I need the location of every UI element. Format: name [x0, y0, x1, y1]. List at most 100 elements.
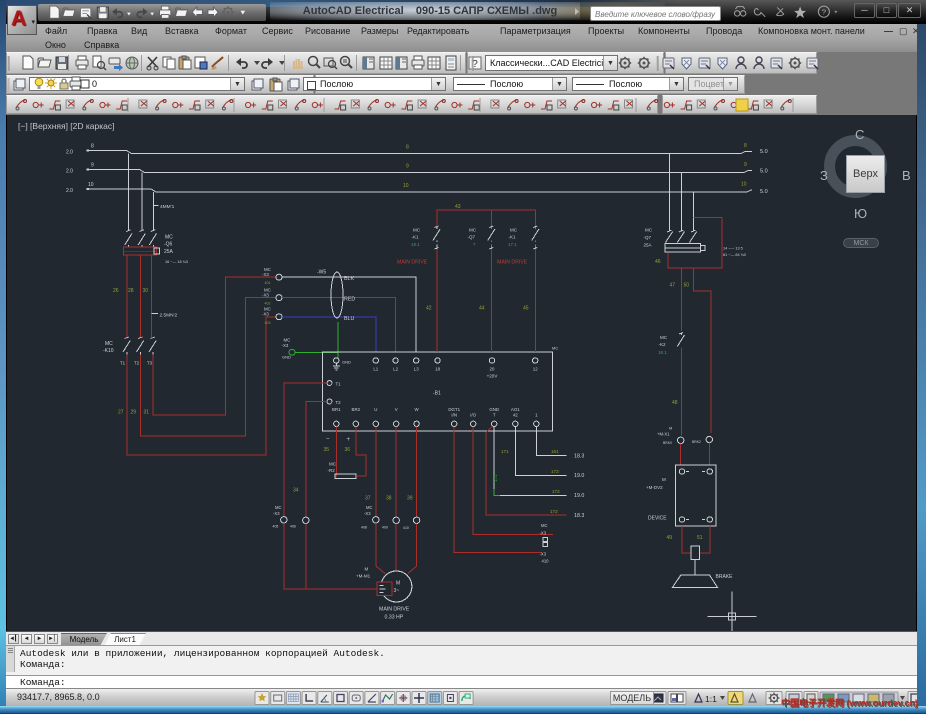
svg-text:8: 8	[406, 145, 409, 151]
svg-text:-W5: -W5	[317, 270, 326, 276]
svg-text:U: U	[374, 407, 377, 412]
svg-text:+M-X1: +M-X1	[657, 432, 670, 437]
svg-text:402: 402	[265, 302, 271, 306]
svg-text:MC: MC	[660, 335, 668, 340]
svg-text:AO1: AO1	[511, 407, 520, 412]
svg-text:-X3: -X3	[262, 312, 269, 317]
svg-text:MC: MC	[413, 228, 421, 233]
svg-text:L2: L2	[393, 367, 398, 372]
svg-text:9: 9	[744, 162, 747, 168]
svg-text:46: 46	[655, 259, 661, 265]
svg-text:-K10: -K10	[103, 348, 114, 354]
svg-text:?: ?	[822, 8, 826, 17]
svg-text:406: 406	[290, 525, 296, 529]
svg-text:MC: MC	[105, 341, 113, 347]
svg-text:47: 47	[670, 283, 676, 289]
svg-text:28: 28	[128, 288, 134, 294]
svg-text:MC: MC	[284, 338, 291, 343]
svg-text:405: 405	[273, 525, 279, 529]
svg-text:30: 30	[143, 288, 149, 294]
svg-text:+M-DV2: +M-DV2	[646, 485, 663, 490]
svg-text:MAIN DRIVE: MAIN DRIVE	[497, 260, 528, 266]
svg-text:-X3: -X3	[273, 511, 280, 516]
svg-text:35: 35	[324, 447, 330, 453]
svg-text:5.0: 5.0	[760, 169, 768, 175]
svg-text:2.0: 2.0	[66, 188, 73, 194]
svg-text:BLU: BLU	[344, 316, 354, 322]
svg-text:BRAKE: BRAKE	[716, 574, 734, 580]
svg-text:27: 27	[118, 410, 124, 416]
svg-text:0.33 HP: 0.33 HP	[385, 615, 404, 621]
svg-text:20: 20	[490, 367, 495, 372]
svg-text:MC: MC	[165, 235, 173, 241]
svg-text:DGT1: DGT1	[448, 407, 460, 412]
svg-text:MC: MC	[329, 462, 337, 467]
svg-text:MC: MC	[469, 228, 477, 233]
svg-text:-X3: -X3	[540, 531, 547, 536]
svg-text:RED: RED	[344, 297, 355, 303]
svg-text:172: 172	[550, 509, 558, 514]
svg-text:48: 48	[672, 400, 678, 406]
svg-text:18.1: 18.1	[411, 242, 420, 247]
svg-text:-Q7: -Q7	[468, 235, 476, 240]
svg-text:18.3: 18.3	[574, 454, 584, 460]
svg-text:MC: MC	[366, 505, 373, 510]
svg-text:26: 26	[113, 288, 119, 294]
svg-text:+20V: +20V	[487, 374, 499, 379]
svg-text:8: 8	[744, 143, 747, 149]
svg-text:BRK0: BRK0	[663, 441, 672, 445]
svg-text:-Q6: -Q6	[164, 242, 173, 248]
svg-text:T1: T1	[336, 381, 342, 386]
svg-text:+: +	[347, 437, 351, 443]
svg-text:45: 45	[523, 306, 529, 312]
svg-text:-K1: -K1	[412, 235, 420, 240]
svg-text:401: 401	[265, 281, 271, 285]
svg-text:8: 8	[91, 144, 94, 150]
svg-text:T2: T2	[336, 400, 342, 405]
svg-text:51: 51	[697, 535, 703, 541]
svg-text:50: 50	[684, 283, 690, 289]
svg-text:410: 410	[403, 526, 409, 530]
svg-text:12: 12	[533, 367, 538, 372]
svg-text:16 ~— 18 ¾3: 16 ~— 18 ¾3	[165, 260, 188, 264]
svg-text:403: 403	[265, 321, 271, 325]
svg-text:-K1: -K1	[509, 235, 517, 240]
svg-text:2.5MN'2: 2.5MN'2	[160, 312, 178, 318]
svg-text:MC: MC	[552, 346, 558, 351]
svg-text:GND: GND	[342, 360, 351, 365]
svg-text:−: −	[326, 437, 330, 443]
svg-text:25A: 25A	[644, 243, 652, 248]
svg-text:18.1: 18.1	[658, 350, 667, 355]
svg-text:4MM'1: 4MM'1	[160, 204, 175, 210]
svg-text:161: 161	[551, 449, 559, 454]
svg-text:-X3: -X3	[262, 293, 269, 298]
svg-text:172: 172	[552, 489, 560, 494]
svg-text:10: 10	[88, 182, 94, 188]
svg-text:18: 18	[435, 367, 440, 372]
svg-text:39: 39	[407, 496, 413, 502]
svg-text:GND: GND	[489, 407, 499, 412]
svg-text:BR2: BR2	[352, 407, 361, 412]
svg-text:19.0: 19.0	[574, 493, 584, 499]
svg-text:34: 34	[293, 488, 299, 494]
svg-text:171: 171	[501, 449, 509, 454]
svg-text:38: 38	[386, 496, 392, 502]
svg-text:-X3: -X3	[540, 552, 547, 557]
svg-text:T: T	[493, 413, 496, 418]
svg-text:MC: MC	[645, 228, 653, 233]
svg-text:T3: T3	[147, 361, 153, 366]
svg-text:14 ~— 13 5: 14 ~— 13 5	[723, 247, 743, 251]
svg-text:M: M	[396, 581, 400, 587]
svg-text:BR1: BR1	[332, 407, 341, 412]
svg-text:173: 173	[551, 469, 559, 474]
svg-text:43: 43	[455, 204, 461, 210]
svg-text:9: 9	[91, 163, 94, 169]
svg-text:7: 7	[473, 242, 476, 247]
svg-text:409: 409	[382, 526, 388, 530]
svg-text:-B1: -B1	[433, 391, 441, 397]
svg-text:1: 1	[535, 413, 538, 418]
svg-text:-X3: -X3	[364, 511, 371, 516]
svg-text:42: 42	[426, 306, 432, 312]
svg-text:L1: L1	[373, 367, 378, 372]
svg-text:29: 29	[131, 410, 137, 416]
